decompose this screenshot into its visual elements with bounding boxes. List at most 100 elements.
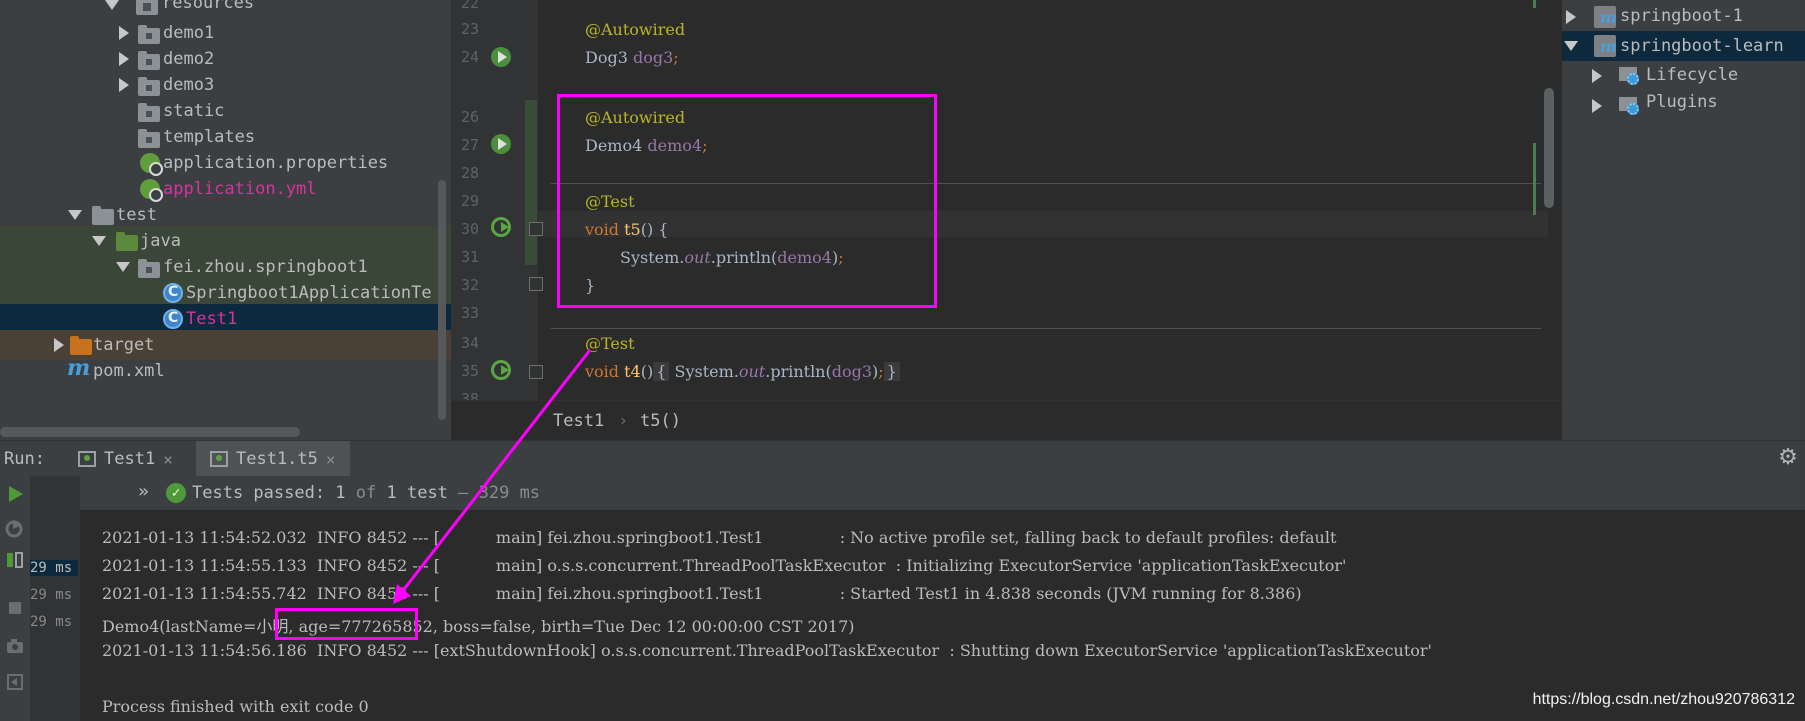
- tree-item-label: java: [140, 231, 181, 251]
- tree-item-label: target: [93, 335, 155, 355]
- line-number: 33: [460, 304, 479, 322]
- console-line-exit: Process finished with exit code 0: [102, 697, 369, 716]
- tree-item-label: application.properties: [163, 153, 389, 173]
- code-line-34[interactable]: @Test: [585, 334, 635, 353]
- fold-marker-icon[interactable]: [529, 277, 543, 291]
- package-icon: [138, 129, 160, 148]
- test-duration[interactable]: 29 ms: [30, 614, 78, 630]
- tree-item-label: test: [116, 205, 157, 225]
- toggle-auto-test-icon[interactable]: [5, 550, 25, 570]
- run-test-icon[interactable]: [491, 217, 511, 237]
- collapse-arrow-icon[interactable]: [116, 25, 132, 41]
- tree-item-label: pom.xml: [93, 361, 165, 381]
- spring-config-icon: [140, 153, 163, 176]
- run-config-icon: [210, 451, 228, 467]
- rerun-icon[interactable]: [5, 484, 25, 504]
- collapse-arrow-icon[interactable]: [116, 51, 132, 67]
- tree-item-resources[interactable]: resources: [0, 0, 451, 20]
- expand-arrow-icon[interactable]: [104, 0, 120, 13]
- expand-arrow-icon[interactable]: [67, 207, 83, 223]
- collapse-arrow-icon[interactable]: [1589, 98, 1605, 114]
- code-text: .println(: [765, 362, 832, 381]
- horizontal-scrollbar[interactable]: [0, 427, 300, 437]
- expand-chevron-icon[interactable]: »: [138, 481, 149, 502]
- tree-item-label: resources: [162, 0, 255, 13]
- tree-item-pom-xml[interactable]: m pom.xml: [0, 355, 451, 386]
- excluded-folder-icon: [70, 336, 92, 355]
- code-text: (): [640, 362, 654, 381]
- maven-plugins[interactable]: Plugins: [1562, 91, 1805, 121]
- tab-test1[interactable]: Test1 ×: [70, 441, 181, 477]
- run-test-icon[interactable]: [491, 360, 511, 380]
- spring-config-icon: [140, 179, 163, 202]
- settings-gear-icon[interactable]: ⚙: [1777, 447, 1799, 469]
- import-icon[interactable]: [5, 672, 25, 692]
- breadcrumb-class[interactable]: Test1: [553, 411, 604, 431]
- maven-tool-window: m springboot-1 m springboot-learn Lifecy…: [1561, 0, 1805, 440]
- close-icon[interactable]: ×: [163, 450, 173, 469]
- static-field: out: [738, 362, 766, 381]
- breadcrumb-method[interactable]: t5(): [640, 411, 681, 431]
- tree-item-label: static: [163, 101, 225, 121]
- expand-arrow-icon[interactable]: [91, 233, 107, 249]
- folded-region[interactable]: {: [653, 362, 670, 381]
- tree-item-label: templates: [163, 127, 256, 147]
- run-title: Run:: [4, 449, 45, 469]
- stop-icon[interactable]: [5, 598, 25, 618]
- collapse-arrow-icon[interactable]: [1563, 9, 1579, 25]
- code-line-23[interactable]: @Autowired: [585, 20, 685, 39]
- tree-item-label: application.yml: [163, 179, 317, 199]
- collapse-arrow-icon[interactable]: [51, 337, 67, 353]
- expand-arrow-icon[interactable]: [115, 259, 131, 275]
- test-status-bar: » ✓ Tests passed: 1 of 1 test – 329 ms: [80, 476, 1805, 510]
- collapse-arrow-icon[interactable]: [1589, 68, 1605, 84]
- line-number: 26: [460, 108, 479, 126]
- highlight-box: [275, 608, 418, 640]
- camera-icon[interactable]: [5, 636, 25, 656]
- status-passed-count: 1: [335, 483, 346, 503]
- semicolon: ;: [878, 362, 884, 381]
- method-separator: [551, 328, 1541, 329]
- package-icon: [138, 259, 160, 278]
- method-name: t4: [624, 362, 641, 381]
- expand-arrow-icon[interactable]: [1563, 38, 1579, 54]
- status-total: 1 test: [386, 483, 448, 503]
- tab-test1-t5[interactable]: Test1.t5 ×: [196, 441, 350, 477]
- test-duration[interactable]: 29 ms: [30, 560, 78, 576]
- maven-lifecycle[interactable]: Lifecycle: [1562, 61, 1805, 91]
- resources-folder-icon: [136, 0, 158, 15]
- expand-fold-icon[interactable]: [529, 365, 543, 379]
- collapse-arrow-icon[interactable]: [116, 77, 132, 93]
- test-results-tree[interactable]: 29 ms 29 ms 29 ms: [30, 476, 80, 721]
- maven-project-label: springboot-learn: [1620, 36, 1784, 56]
- change-marker: [1533, 143, 1536, 215]
- fold-marker-icon[interactable]: [529, 222, 543, 236]
- line-number: 38: [460, 390, 479, 400]
- change-marker: [1533, 0, 1536, 8]
- line-number: 24: [460, 48, 479, 66]
- test-status-text: Tests passed: 1 of 1 test – 329 ms: [192, 483, 540, 503]
- highlight-box: [557, 94, 937, 308]
- editor-gutter[interactable]: 22 23 24 26 27 28 29 30 31 32 33 34 35 3…: [451, 0, 543, 400]
- type-name: Dog3: [585, 48, 628, 67]
- maven-project-springboot-learn[interactable]: m springboot-learn: [1562, 31, 1805, 61]
- maven-project-springboot-1[interactable]: m springboot-1: [1562, 2, 1805, 32]
- tree-item-label: Springboot1ApplicationTe: [186, 283, 432, 303]
- tree-item-label: demo1: [163, 23, 215, 43]
- line-number: 34: [460, 334, 479, 352]
- editor-scrollbar[interactable]: [1544, 88, 1554, 208]
- test-duration[interactable]: 29 ms: [30, 587, 78, 603]
- folded-region[interactable]: }: [883, 362, 900, 381]
- navigate-autowired-icon[interactable]: [491, 134, 511, 154]
- line-number: 32: [460, 276, 479, 294]
- watermark: https://blog.csdn.net/zhou920786312: [1532, 691, 1795, 708]
- rerun-failed-icon[interactable]: [5, 518, 25, 538]
- code-line-35[interactable]: void t4(){ System.out.println(dog3);}: [585, 362, 900, 381]
- test-source-folder-icon: [116, 232, 138, 251]
- breadcrumb-separator: ›: [618, 411, 629, 431]
- code-line-24[interactable]: Dog3 dog3;: [585, 48, 679, 67]
- close-icon[interactable]: ×: [326, 450, 336, 469]
- navigate-autowired-icon[interactable]: [491, 47, 511, 67]
- console-line: 2021-01-13 11:54:55.742 INFO 8452 --- [ …: [102, 584, 1302, 603]
- vertical-scrollbar[interactable]: [438, 180, 446, 420]
